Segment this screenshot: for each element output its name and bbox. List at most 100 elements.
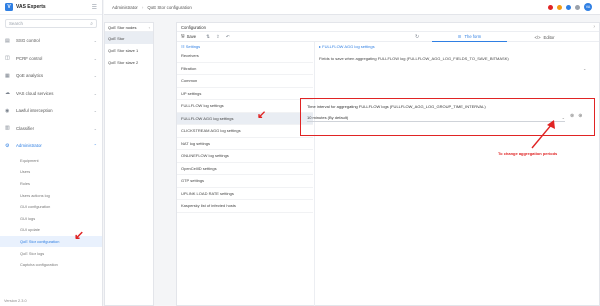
sidebar-item-classifier[interactable]: ▥ Classifier ⌄ — [0, 120, 102, 138]
chevron-up-icon: ⌃ — [93, 143, 97, 149]
settings-item[interactable]: Filtration — [177, 63, 313, 75]
sidebar-sub-roles[interactable]: Roles — [0, 178, 102, 190]
configuration-header: Configuration › — [177, 23, 599, 32]
configuration-title: Configuration — [181, 24, 206, 30]
configuration-panel: Configuration › 🖫 Save ⇅ ⇪ ↶ ↻ ☰ The for… — [176, 22, 600, 306]
sidebar-sub-captcha-configuration[interactable]: Captcha configuration — [0, 259, 102, 271]
app-version: Version 2.3.0 — [4, 298, 27, 303]
settings-item[interactable]: UPLINK LOAD RATE settings — [177, 188, 313, 200]
sidebar-sub-users[interactable]: Users — [0, 166, 102, 178]
settings-item[interactable]: UP settings — [177, 88, 313, 100]
tab-editor[interactable]: </> Editor — [507, 32, 582, 42]
settings-item[interactable]: Common — [177, 75, 313, 88]
logo-bar: V VAS Experts ☰ — [0, 0, 102, 15]
reset-icon[interactable]: ⊗ — [570, 113, 574, 119]
tab-label: Editor — [543, 34, 555, 40]
sidebar-item-pcrf-control[interactable]: ◫ PCRF control ⌄ — [0, 50, 102, 68]
sidebar-sub-qoe-stor-logs[interactable]: QoE Stor logs — [0, 247, 102, 259]
help-icon[interactable]: ⊕ — [578, 113, 582, 119]
node-item[interactable]: QoE Stor slave 1 — [105, 44, 153, 56]
eye-icon: ◉ — [5, 107, 10, 114]
search-icon[interactable]: ⌕ — [90, 21, 93, 27]
cloud-icon: ☁ — [5, 90, 10, 97]
settings-header: ☷ Settings — [177, 42, 313, 50]
chevron-left-icon[interactable]: ‹ — [149, 25, 150, 30]
sidebar-item-label: Administrator — [16, 143, 42, 149]
annotation-text: To change aggregation periods — [498, 151, 558, 156]
import-icon[interactable]: ⇪ — [216, 34, 220, 40]
undo-icon[interactable]: ↶ — [226, 34, 230, 40]
settings-item[interactable]: OpenCellID settings — [177, 163, 313, 175]
annotation-arrow-icon: ↙ — [257, 109, 267, 121]
annotation-arrow-icon — [531, 120, 555, 149]
breadcrumb-separator-icon: › — [141, 4, 144, 10]
settings-item[interactable]: CLICKSTREAM AGG log settings — [177, 125, 313, 138]
detail-title: FULLFLOW AGG log settings — [322, 43, 375, 49]
sidebar-item-label: Lawful interception — [16, 108, 53, 114]
time-interval-select[interactable]: 10 minutes (By default) ⌄ — [307, 113, 565, 122]
view-tabs: ☰ The form </> Editor — [432, 32, 582, 42]
settings-item[interactable]: NAT log settings — [177, 138, 313, 150]
settings-item[interactable]: Receivers — [177, 50, 313, 63]
export-icon[interactable]: ⇅ — [206, 34, 210, 40]
sidebar-sub-gui-configuration[interactable]: GUI configuration — [0, 201, 102, 213]
sidebar-sub-gui-logs[interactable]: GUI logs — [0, 212, 102, 224]
sidebar-item-ssg-control[interactable]: ▤ SSG control ⌄ — [0, 32, 102, 50]
refresh-icon[interactable]: ↻ — [415, 32, 419, 42]
sidebar-sub-gui-update[interactable]: GUI update — [0, 224, 102, 236]
node-item[interactable]: QoE Stor slave 2 — [105, 56, 153, 68]
chart-icon: ▦ — [5, 72, 10, 79]
app-name: VAS Experts — [16, 4, 46, 10]
sidebar-item-label: VAS cloud services — [16, 90, 54, 96]
time-interval-value: 10 minutes (By default) — [307, 114, 349, 120]
sidebar: V VAS Experts ☰ Search ⌕ ▤ SSG control ⌄… — [0, 0, 103, 306]
hamburger-menu-icon[interactable]: ☰ — [92, 4, 97, 11]
avatar[interactable]: VA — [584, 3, 592, 11]
sidebar-sub-qoe-stor-configuration[interactable]: QoE Stor configuration — [0, 235, 102, 248]
sidebar-item-qoe-analytics[interactable]: ▦ QoE analytics ⌄ — [0, 67, 102, 85]
settings-item[interactable]: Kaspersky list of infected hosts — [177, 200, 313, 213]
settings-item[interactable]: GTP settings — [177, 175, 313, 188]
chevron-down-icon: ⌄ — [93, 108, 97, 114]
warning-icon[interactable] — [557, 4, 562, 10]
search-input[interactable]: Search ⌕ — [5, 19, 97, 28]
app-logo-icon: V — [5, 3, 13, 11]
status-icon[interactable] — [575, 4, 580, 10]
settings-item[interactable]: FULLFLOW log settings — [177, 100, 313, 113]
qoe-nodes-header: QoE Stor nodes ‹ — [105, 23, 153, 32]
sidebar-item-label: PCRF control — [16, 55, 43, 61]
save-label: Save — [186, 34, 197, 39]
qoe-nodes-panel: QoE Stor nodes ‹ QoE Stor QoE Stor slave… — [104, 22, 154, 306]
save-button[interactable]: 🖫 Save — [181, 33, 196, 40]
search-placeholder: Search — [9, 21, 23, 26]
sidebar-sub-equipment[interactable]: Equipment — [0, 155, 102, 167]
settings-item[interactable]: FULLFLOW AGG log settings — [177, 112, 313, 125]
top-icons: VA — [548, 3, 592, 11]
node-item[interactable]: QoE Stor — [105, 32, 153, 44]
chevron-down-icon: ⌄ — [93, 38, 97, 44]
sidebar-item-lawful-interception[interactable]: ◉ Lawful interception ⌄ — [0, 102, 102, 120]
breadcrumb-current: QoE Stor configuration — [147, 4, 192, 10]
settings-item[interactable]: ONLINEFLOW log settings — [177, 150, 313, 163]
sidebar-item-administrator[interactable]: ⚙ Administrator ⌃ — [0, 137, 102, 155]
chevron-right-icon[interactable]: › — [593, 24, 595, 30]
tab-the-form[interactable]: ☰ The form — [432, 32, 507, 42]
gear-icon: ⚙ — [5, 142, 10, 149]
info-icon[interactable] — [566, 4, 571, 10]
breadcrumb-root[interactable]: Administrator — [112, 5, 138, 10]
annotation-arrow-icon: ↙ — [74, 228, 85, 242]
settings-title: Settings — [185, 43, 201, 49]
form-icon: ☰ — [457, 34, 462, 39]
qoe-nodes-title: QoE Stor nodes — [108, 24, 137, 30]
sidebar-item-label: QoE analytics — [16, 73, 44, 79]
tab-label: The form — [464, 34, 482, 39]
chevron-down-icon: ⌄ — [561, 114, 565, 120]
sidebar-item-label: Classifier — [16, 125, 35, 131]
sidebar-sub-users-actions-log[interactable]: Users actions log — [0, 189, 102, 201]
sidebar-item-vas-cloud-services[interactable]: ☁ VAS cloud services ⌄ — [0, 85, 102, 103]
sidebar-item-label: SSG control — [16, 38, 40, 44]
fields-to-save-label: Fields to save when aggregating FULLFLOW… — [319, 56, 509, 61]
chevron-down-icon[interactable]: ⌄ — [583, 66, 590, 71]
alert-icon[interactable] — [548, 4, 553, 10]
field-actions: ⊗ ⊕ — [570, 113, 582, 119]
